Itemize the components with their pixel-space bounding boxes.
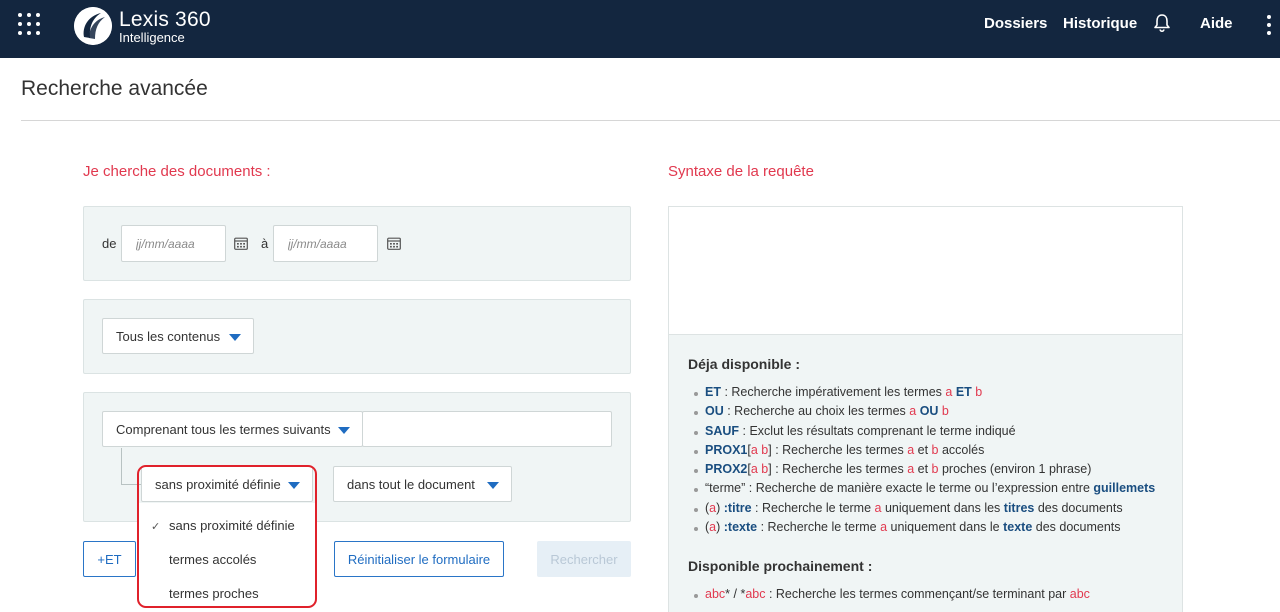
nav-aide[interactable]: Aide — [1200, 15, 1233, 32]
date-range-panel: de à — [83, 206, 631, 281]
available-operators-list: ET : Recherche impérativement les termes… — [692, 385, 1155, 539]
chevron-down-icon — [338, 427, 350, 434]
date-from-input[interactable] — [121, 225, 226, 262]
top-bar: Lexis 360 Intelligence Dossiers Historiq… — [0, 0, 1280, 58]
logo-subtitle: Intelligence — [119, 29, 185, 45]
logo-title: Lexis 360 — [119, 7, 211, 31]
upcoming-heading: Disponible prochainement : — [688, 558, 873, 574]
red-highlight-frame — [137, 465, 317, 608]
lexis-emblem-icon — [74, 7, 112, 45]
upcoming-operators-list: abc* / *abc : Recherche les termes comme… — [692, 587, 1090, 606]
reset-form-button[interactable]: Réinitialiser le formulaire — [334, 541, 504, 577]
content-type-panel: Tous les contenus — [83, 299, 631, 374]
syntax-help-item: “terme” : Recherche de manière exacte le… — [692, 481, 1155, 500]
syntax-help-item: SAUF : Exclut les résultats comprenant l… — [692, 424, 1155, 443]
syntax-help-panel: Déja disponible : ET : Recherche impérat… — [668, 334, 1183, 612]
chevron-down-icon — [487, 482, 499, 489]
available-heading: Déja disponible : — [688, 356, 801, 372]
scope-value: dans tout le document — [347, 476, 475, 492]
form-heading: Je cherche des documents : — [83, 163, 271, 180]
more-menu-icon[interactable] — [1266, 14, 1272, 36]
query-syntax-box — [668, 206, 1183, 334]
terms-mode-value: Comprenant tous les termes suivants — [116, 421, 331, 437]
notification-bell-icon[interactable] — [1153, 13, 1171, 33]
content-type-value: Tous les contenus — [116, 328, 221, 344]
page-title: Recherche avancée — [21, 77, 208, 100]
syntax-help-item: abc* / *abc : Recherche les termes comme… — [692, 587, 1090, 606]
title-divider — [21, 120, 1280, 121]
syntax-heading: Syntaxe de la requête — [668, 163, 814, 180]
lexis-logo[interactable]: Lexis 360 Intelligence — [74, 5, 211, 47]
date-from-label: de — [102, 236, 117, 251]
terms-mode-select[interactable]: Comprenant tous les termes suivants — [102, 411, 363, 447]
syntax-help-item: ET : Recherche impérativement les termes… — [692, 385, 1155, 404]
date-to-label: à — [261, 236, 269, 251]
apps-grid-icon[interactable] — [18, 13, 44, 39]
scope-select[interactable]: dans tout le document — [333, 466, 512, 502]
terms-input[interactable] — [362, 411, 612, 447]
calendar-icon[interactable] — [387, 237, 401, 250]
search-button[interactable]: Rechercher — [537, 541, 631, 577]
add-et-button[interactable]: +ET — [83, 541, 136, 577]
syntax-help-item: (a) :titre : Recherche le terme a unique… — [692, 501, 1155, 520]
nav-historique[interactable]: Historique — [1063, 15, 1137, 32]
content-type-select[interactable]: Tous les contenus — [102, 318, 254, 354]
chevron-down-icon — [229, 334, 241, 341]
syntax-help-item: PROX1[a b] : Recherche les termes a et b… — [692, 443, 1155, 462]
date-to-input[interactable] — [273, 225, 378, 262]
syntax-help-item: PROX2[a b] : Recherche les termes a et b… — [692, 462, 1155, 481]
calendar-icon[interactable] — [234, 237, 248, 250]
nav-dossiers[interactable]: Dossiers — [984, 15, 1047, 32]
syntax-help-item: (a) :texte : Recherche le terme a unique… — [692, 520, 1155, 539]
syntax-help-item: OU : Recherche au choix les termes a OU … — [692, 404, 1155, 423]
